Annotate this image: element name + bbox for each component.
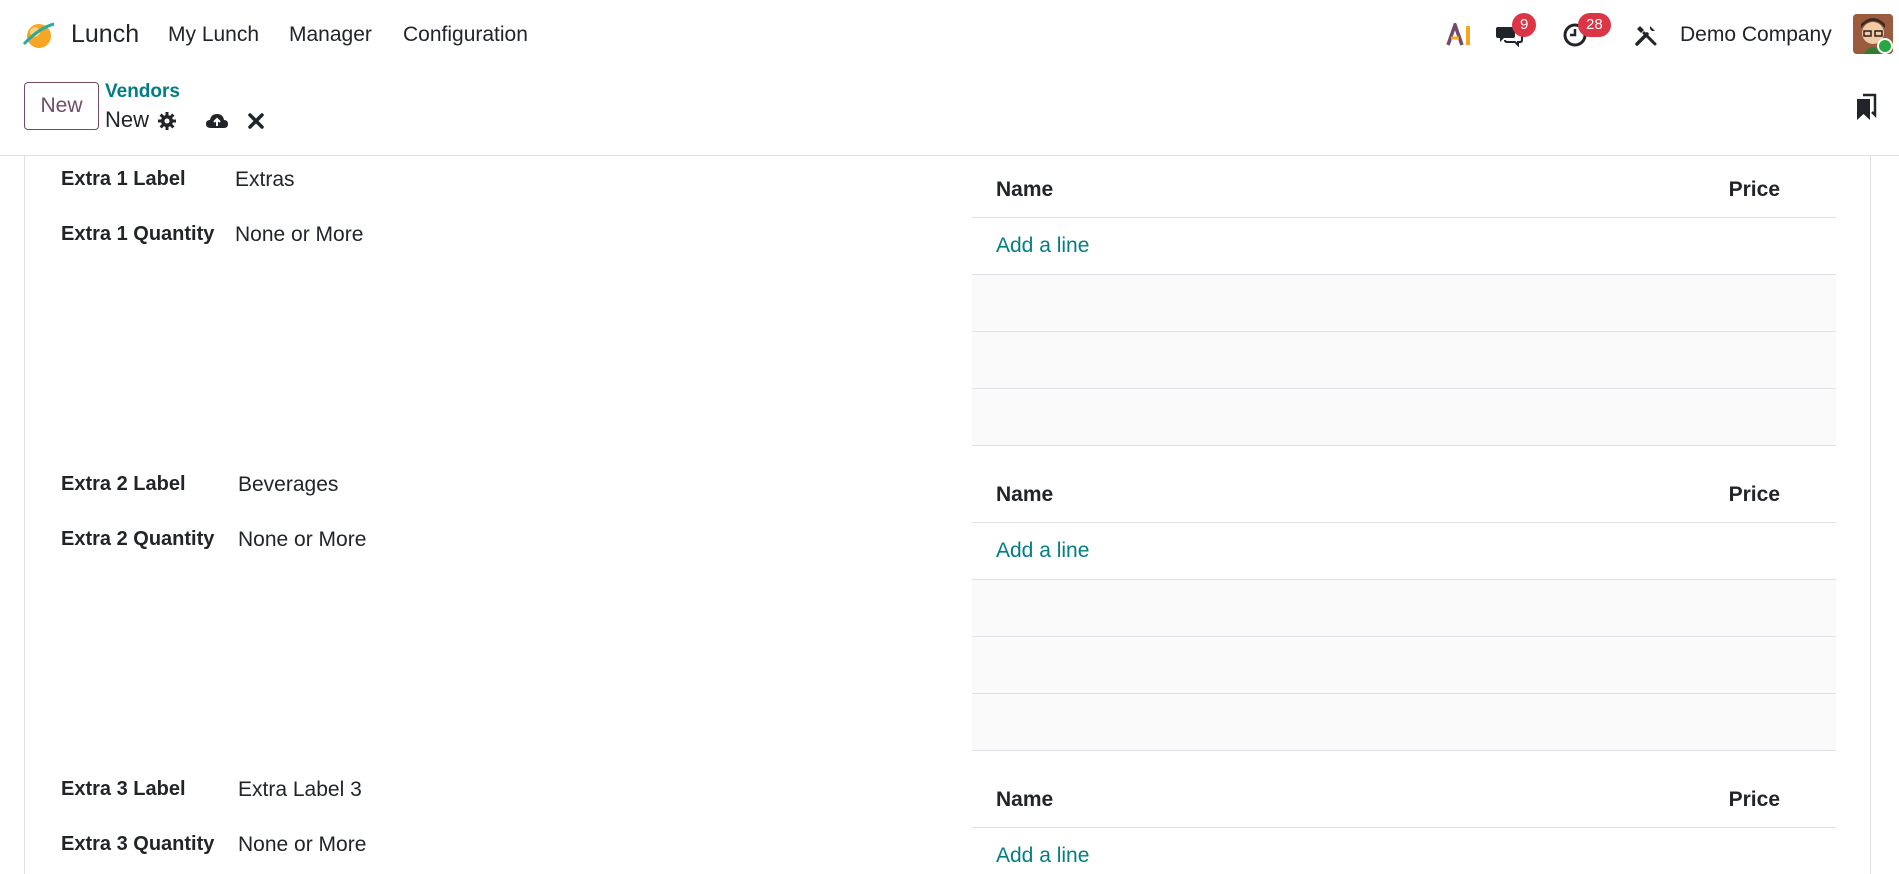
table-header: Name Price (972, 156, 1836, 218)
bookmark-icon[interactable] (1854, 93, 1878, 120)
new-button[interactable]: New (24, 82, 99, 130)
menu-my-lunch[interactable]: My Lunch (168, 23, 259, 47)
sheet-border-left (24, 156, 25, 874)
extra3-table: Name Price Add a line (972, 766, 1836, 874)
app-logo-icon[interactable] (22, 18, 56, 52)
extra3-label-field[interactable]: Extra Label 3 (238, 778, 362, 802)
extra1-label-field[interactable]: Extras (235, 168, 295, 192)
column-price[interactable]: Price (1729, 483, 1780, 507)
table-row (972, 580, 1836, 637)
tools-icon[interactable] (1632, 20, 1660, 50)
messages-badge: 9 (1512, 13, 1537, 37)
close-icon[interactable] (244, 109, 268, 133)
table-header: Name Price (972, 461, 1836, 523)
table-row: Add a line (972, 828, 1836, 874)
column-name[interactable]: Name (996, 178, 1053, 202)
add-line-link[interactable]: Add a line (996, 844, 1089, 868)
extra1-quantity-field[interactable]: None or More (235, 223, 363, 247)
extra2-table: Name Price Add a line (972, 461, 1836, 751)
column-name[interactable]: Name (996, 483, 1053, 507)
extra1-table: Name Price Add a line (972, 156, 1836, 446)
extra3-quantity-field[interactable]: None or More (238, 833, 366, 857)
app-name[interactable]: Lunch (71, 20, 139, 49)
extra2-quantity-title: Extra 2 Quantity (61, 528, 215, 550)
menu-manager[interactable]: Manager (289, 23, 372, 47)
add-line-link[interactable]: Add a line (996, 539, 1089, 563)
extra2-label-title: Extra 2 Label (61, 473, 186, 495)
table-row: Add a line (972, 523, 1836, 580)
table-row (972, 275, 1836, 332)
cloud-upload-icon[interactable] (205, 109, 229, 133)
column-price[interactable]: Price (1729, 178, 1780, 202)
sheet-border-right (1870, 156, 1871, 874)
column-price[interactable]: Price (1729, 788, 1780, 812)
gear-icon[interactable] (155, 109, 179, 133)
company-switcher[interactable]: Demo Company (1680, 23, 1832, 47)
table-row (972, 389, 1836, 446)
table-row: Add a line (972, 218, 1836, 275)
record-name: New (105, 107, 150, 132)
table-row (972, 637, 1836, 694)
extra3-label-title: Extra 3 Label (61, 778, 186, 800)
add-line-link[interactable]: Add a line (996, 234, 1089, 258)
table-header: Name Price (972, 766, 1836, 828)
column-name[interactable]: Name (996, 788, 1053, 812)
extra3-quantity-title: Extra 3 Quantity (61, 833, 215, 855)
control-panel: New Vendors New (0, 69, 1899, 156)
table-row (972, 694, 1836, 751)
activities-badge: 28 (1578, 13, 1611, 37)
extra2-label-field[interactable]: Beverages (238, 473, 338, 497)
menu-configuration[interactable]: Configuration (403, 23, 528, 47)
ai-icon[interactable] (1446, 20, 1474, 50)
extra1-quantity-title: Extra 1 Quantity (61, 223, 215, 245)
table-row (972, 332, 1836, 389)
extra1-label-title: Extra 1 Label (61, 168, 186, 190)
breadcrumb-vendors[interactable]: Vendors (105, 81, 180, 103)
top-navbar: Lunch My Lunch Manager Configuration 9 2… (0, 0, 1899, 69)
extra2-quantity-field[interactable]: None or More (238, 528, 366, 552)
online-status-dot (1877, 38, 1893, 54)
